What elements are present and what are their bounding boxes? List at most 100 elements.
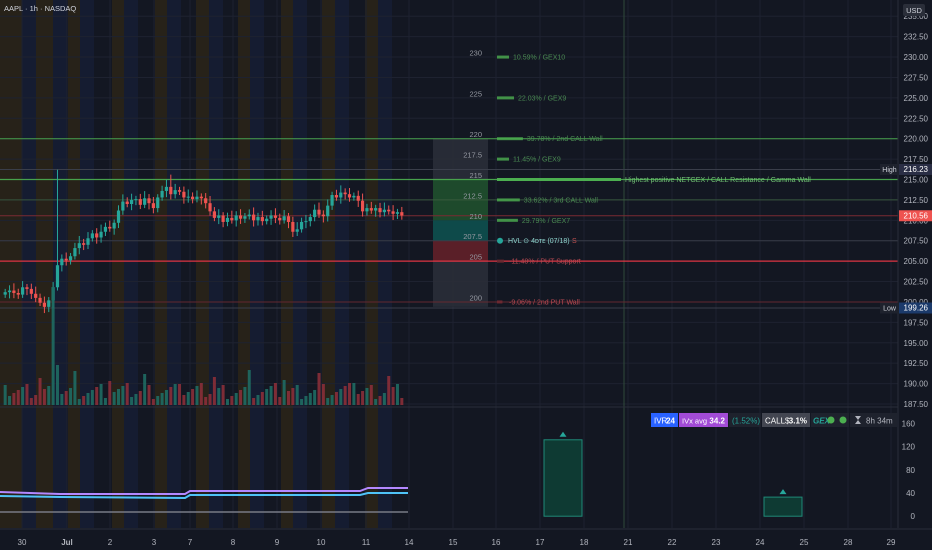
volume-bar xyxy=(291,388,295,405)
volume-bar xyxy=(395,384,399,405)
candle-body xyxy=(204,198,208,204)
low-label: Low xyxy=(883,306,897,313)
volume-bar xyxy=(143,374,147,405)
gex-strike-label: 217.5 xyxy=(463,151,482,160)
candle-body xyxy=(103,226,108,232)
volume-bar xyxy=(90,390,94,405)
indicator-tick-label: 80 xyxy=(906,466,915,475)
gex-bar xyxy=(497,178,621,182)
price-tick-label: 187.50 xyxy=(904,400,929,409)
candle-body xyxy=(186,196,190,198)
volume-bar xyxy=(387,376,391,405)
session-band-orange xyxy=(68,0,80,528)
volume-bar xyxy=(369,385,373,405)
time-tick-label: 18 xyxy=(580,538,589,547)
time-tick-label: 30 xyxy=(18,538,27,547)
volume-bar xyxy=(260,392,264,405)
time-tick-label: 23 xyxy=(712,538,721,547)
volume-bar xyxy=(269,386,273,405)
volume-bar xyxy=(317,373,321,405)
volume-bar xyxy=(195,386,199,405)
candle-body xyxy=(339,192,343,198)
volume-bar xyxy=(273,383,277,405)
time-tick-label: 24 xyxy=(756,538,765,547)
candle-body xyxy=(77,243,81,249)
volume-bar xyxy=(60,394,64,405)
candle-body xyxy=(7,290,12,293)
candle-body xyxy=(326,205,330,217)
candle-body xyxy=(313,209,317,218)
price-tick-label: 207.50 xyxy=(904,237,929,246)
candle-body xyxy=(138,199,142,205)
session-band-blue xyxy=(167,0,181,528)
volume-bar xyxy=(282,380,286,405)
calls-label: CALL$ xyxy=(765,417,790,426)
time-tick-label: 28 xyxy=(844,538,853,547)
candle-body xyxy=(95,233,99,238)
session-band-orange xyxy=(112,0,124,528)
hvl-dot xyxy=(497,237,503,244)
candle-body xyxy=(317,209,321,215)
indicator-tick-label: 120 xyxy=(902,443,916,452)
candle-body xyxy=(68,256,73,261)
candle-body xyxy=(321,214,325,217)
gex-level-label: 33.62% / 3rd CALL Wall xyxy=(524,197,599,204)
volume-bar xyxy=(191,389,195,405)
low-value: 199.26 xyxy=(904,304,929,313)
volume-bar xyxy=(134,394,138,405)
candle-body xyxy=(360,200,365,212)
volume-bar xyxy=(42,389,46,405)
time-tick-label: 21 xyxy=(624,538,633,547)
currency-label: USD xyxy=(906,6,922,15)
current-price: 210.56 xyxy=(904,211,929,220)
price-tick-label: 192.50 xyxy=(904,359,929,368)
timer-value: 8h 34m xyxy=(866,417,893,426)
candle-body xyxy=(199,196,203,199)
candle-body xyxy=(352,195,356,198)
time-tick-label: 11 xyxy=(362,538,371,547)
volume-bar xyxy=(391,387,395,405)
candle-body xyxy=(42,302,47,307)
candle-body xyxy=(90,233,94,239)
volume-bar xyxy=(361,391,365,405)
volume-bar xyxy=(300,399,304,405)
candle-body xyxy=(173,190,177,195)
volume-bar xyxy=(374,399,378,405)
gex-strike-label: 230 xyxy=(469,49,482,58)
candle-body xyxy=(247,214,251,217)
gex-level-label: 22.03% / GEX9 xyxy=(518,95,566,102)
candle-body xyxy=(382,209,386,213)
session-band-orange xyxy=(322,0,335,528)
volume-bar xyxy=(243,387,247,405)
candle-body xyxy=(273,215,278,218)
volume-bar xyxy=(182,395,186,405)
volume-bar xyxy=(278,397,282,405)
candle-body xyxy=(134,199,138,201)
candle-body xyxy=(143,198,147,205)
gex-level-label: 10.59% / GEX10 xyxy=(513,55,565,62)
ivx-change: (1.52%) xyxy=(732,417,760,426)
price-tick-label: 225.00 xyxy=(904,94,929,103)
candle-body xyxy=(12,290,16,293)
volume-bar xyxy=(304,396,308,405)
volume-bar xyxy=(382,393,386,405)
candle-body xyxy=(225,217,230,222)
volume-bar xyxy=(108,381,112,405)
gex-level-label: -9.06% / 2nd PUT Wall xyxy=(509,299,580,306)
candle-body xyxy=(182,191,186,198)
candle-body xyxy=(217,215,221,218)
candle-body xyxy=(195,196,199,200)
time-tick-label: 3 xyxy=(152,538,157,547)
volume-bar xyxy=(230,396,234,405)
candle-body xyxy=(108,226,112,229)
candle-body xyxy=(156,197,160,209)
candle-body xyxy=(29,288,33,294)
volume-bar xyxy=(38,378,42,405)
volume-bar xyxy=(217,388,221,405)
gex-strike-label: 220 xyxy=(469,130,482,139)
candle-body xyxy=(304,221,308,223)
price-tick-label: 215.00 xyxy=(904,176,929,185)
indicator-bar xyxy=(763,496,803,517)
volume-bar xyxy=(147,385,151,405)
gex-strike-label: 210 xyxy=(469,212,482,221)
